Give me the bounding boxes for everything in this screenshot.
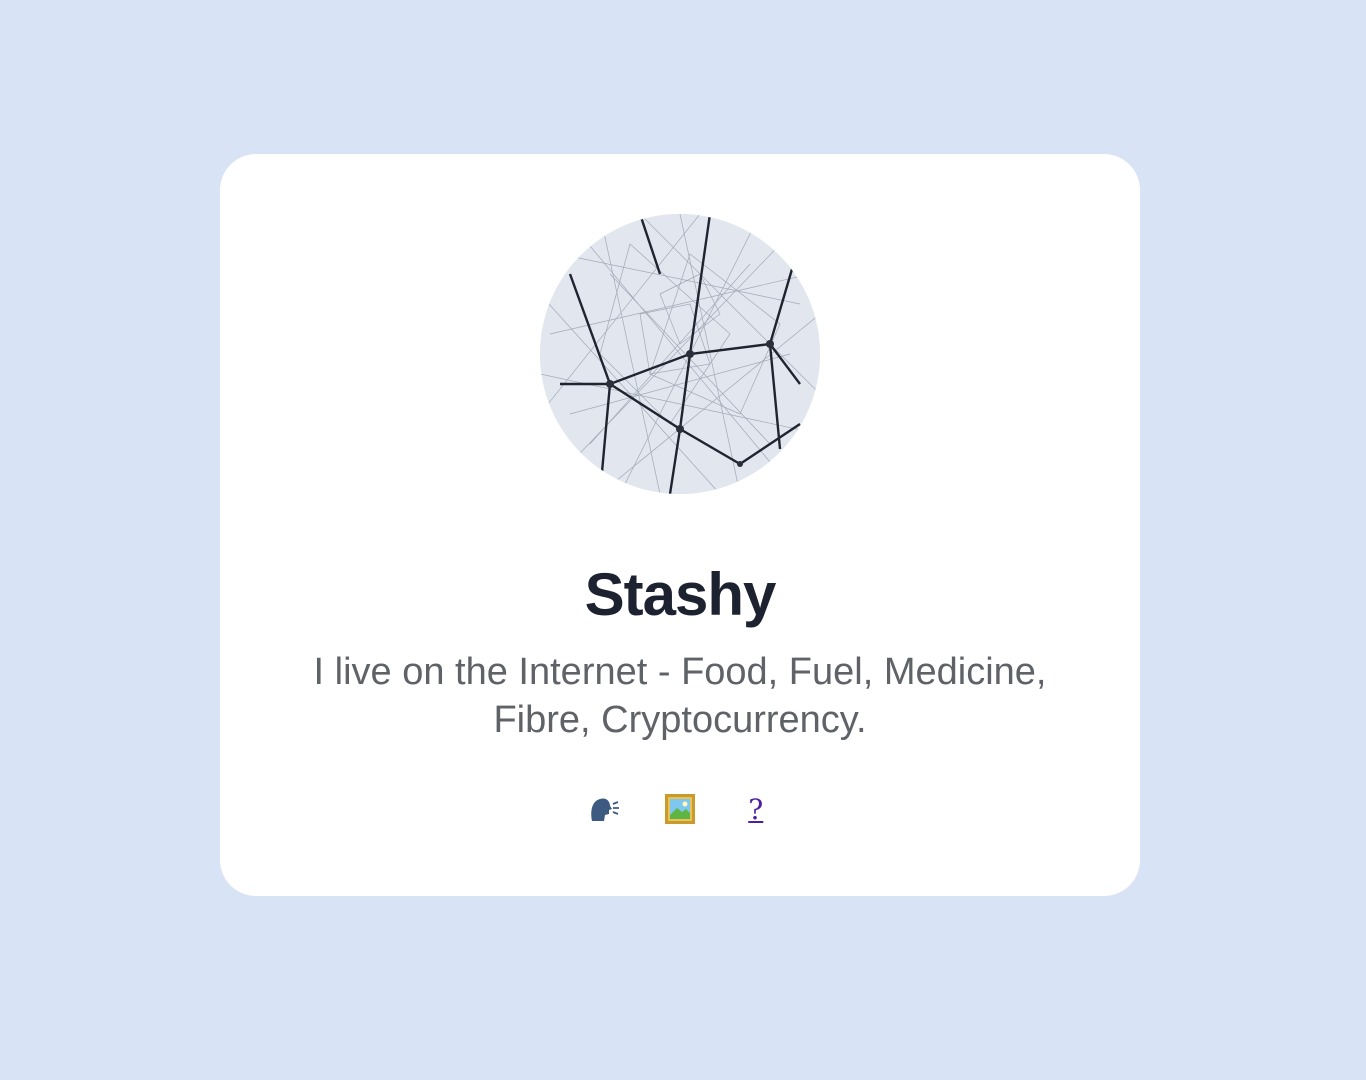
speaking-head-icon bbox=[591, 798, 620, 821]
question-link[interactable]: ? bbox=[740, 790, 772, 830]
framed-picture-link[interactable] bbox=[664, 790, 696, 830]
profile-bio: I live on the Internet - Food, Fuel, Med… bbox=[313, 651, 1047, 741]
profile-name: Stashy bbox=[584, 561, 777, 628]
avatar bbox=[540, 214, 820, 494]
network-sphere-image bbox=[540, 214, 820, 494]
speaking-head-link[interactable] bbox=[588, 790, 620, 830]
social-links: ? bbox=[220, 790, 1140, 830]
framed-picture-icon bbox=[665, 794, 695, 824]
profile-card: Stashy I live on the Internet - Food, Fu… bbox=[220, 154, 1140, 896]
